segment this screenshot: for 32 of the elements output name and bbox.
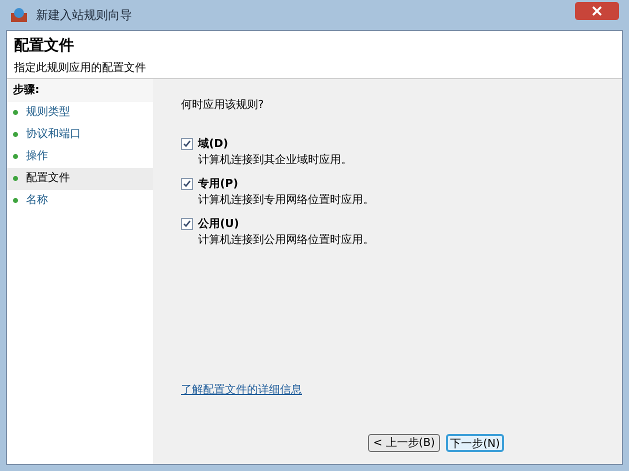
bullet-icon [13,198,18,203]
bullet-icon [13,110,18,115]
step-item[interactable]: 规则类型 [7,102,153,124]
next-button[interactable]: 下一步(N) [446,434,504,452]
page-title: 配置文件 [14,35,75,56]
question-text: 何时应用该规则? [181,97,265,113]
close-button[interactable] [575,2,619,20]
step-item[interactable]: 协议和端口 [7,124,153,146]
step-item[interactable]: 操作 [7,146,153,168]
close-icon [592,6,602,16]
checkbox[interactable] [181,138,193,150]
option-label: 域(D) [198,136,228,152]
option-label: 公用(U) [198,216,239,232]
step-item[interactable]: 配置文件 [7,168,153,190]
page-subtitle: 指定此规则应用的配置文件 [14,60,147,76]
option-description: 计算机连接到专用网络位置时应用。 [198,192,375,208]
check-icon [183,140,191,148]
step-item[interactable]: 名称 [7,190,153,212]
check-icon [183,180,191,188]
bullet-icon [13,154,18,159]
option-description: 计算机连接到其企业域时应用。 [198,152,353,168]
option-label: 专用(P) [198,176,238,192]
option-description: 计算机连接到公用网络位置时应用。 [198,232,375,248]
bullet-icon [13,132,18,137]
bullet-icon [13,176,18,181]
checkbox[interactable] [181,178,193,190]
check-icon [183,220,191,228]
checkbox[interactable] [181,218,193,230]
window-title: 新建入站规则向导 [36,7,132,24]
help-link[interactable]: 了解配置文件的详细信息 [181,382,302,398]
steps-heading: 步骤: [7,79,153,102]
back-button[interactable]: < 上一步(B) [368,434,440,452]
